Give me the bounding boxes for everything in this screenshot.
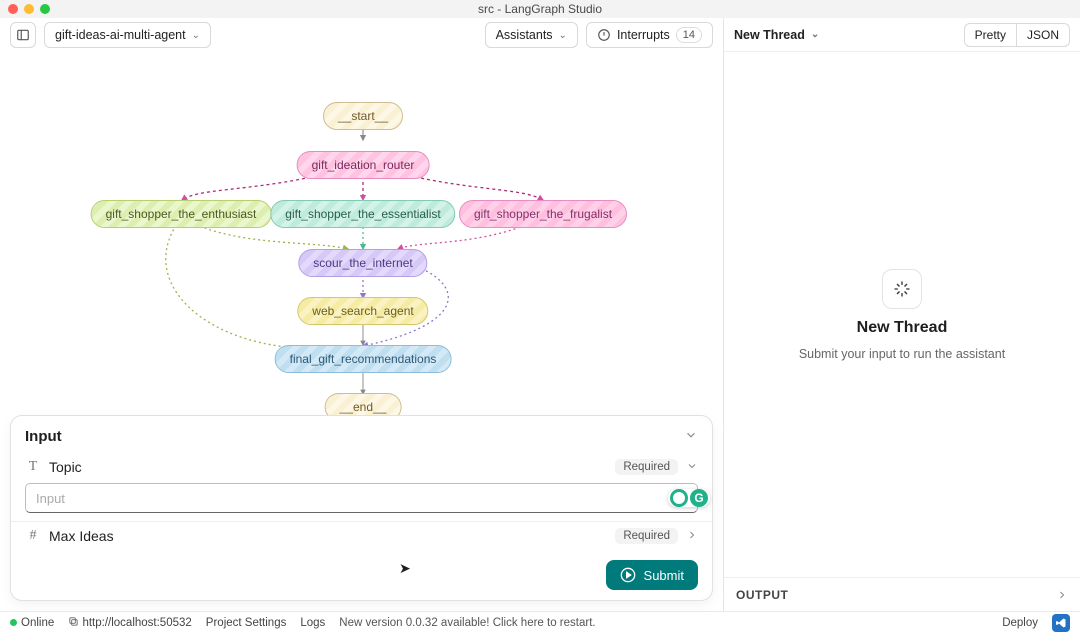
play-circle-icon xyxy=(620,567,636,583)
chevron-down-icon: ⌄ xyxy=(192,30,200,41)
thread-empty-state: New Thread Submit your input to run the … xyxy=(724,52,1080,577)
view-mode-segment: Pretty JSON xyxy=(964,23,1070,47)
chevron-down-icon: ⌄ xyxy=(559,30,567,41)
max-ideas-label: Max Ideas xyxy=(49,528,114,544)
window-title: src - LangGraph Studio xyxy=(68,2,1012,16)
chevron-right-icon xyxy=(686,529,698,541)
collapse-panel-button[interactable] xyxy=(684,428,698,445)
graph-node-end[interactable]: __end__ xyxy=(325,393,402,415)
pretty-tab[interactable]: Pretty xyxy=(965,24,1016,46)
topic-input[interactable] xyxy=(25,483,698,513)
sparkle-icon xyxy=(882,269,922,309)
output-section-header[interactable]: OUTPUT xyxy=(724,577,1080,611)
copy-icon xyxy=(68,616,79,627)
chevron-down-icon xyxy=(684,428,698,442)
interrupt-icon xyxy=(597,28,611,42)
project-settings-link[interactable]: Project Settings xyxy=(206,617,287,629)
sidebar-toggle-button[interactable] xyxy=(10,22,36,48)
graph-canvas[interactable]: __start__ gift_ideation_router gift_shop… xyxy=(0,52,723,415)
status-bar: Online http://localhost:50532 Project Se… xyxy=(0,611,1080,633)
json-tab[interactable]: JSON xyxy=(1016,24,1069,46)
new-thread-label: New Thread xyxy=(734,28,805,42)
chevron-right-icon xyxy=(1056,589,1068,601)
project-dropdown[interactable]: gift-ideas-ai-multi-agent ⌄ xyxy=(44,22,211,48)
logs-link[interactable]: Logs xyxy=(300,617,325,629)
grammarly-widget[interactable]: G xyxy=(668,489,710,507)
empty-title: New Thread xyxy=(857,319,948,337)
thread-toolbar: New Thread ⌄ Pretty JSON xyxy=(724,18,1080,52)
graph-node-frugalist[interactable]: gift_shopper_the_frugalist xyxy=(459,200,627,228)
input-panel: Input T Topic Required ➤ xyxy=(10,415,713,601)
interrupts-button[interactable]: Interrupts 14 xyxy=(586,22,713,48)
output-label: OUTPUT xyxy=(736,588,788,602)
input-panel-title: Input xyxy=(25,428,62,445)
graph-node-start[interactable]: __start__ xyxy=(323,102,403,130)
empty-subtitle: Submit your input to run the assistant xyxy=(799,347,1005,361)
expand-field-button[interactable] xyxy=(686,529,698,544)
mac-max-dot[interactable] xyxy=(40,4,50,14)
graph-node-router[interactable]: gift_ideation_router xyxy=(297,151,430,179)
update-banner[interactable]: New version 0.0.32 available! Click here… xyxy=(339,617,595,629)
panel-icon xyxy=(16,28,30,42)
mac-close-dot[interactable] xyxy=(8,4,18,14)
text-type-icon: T xyxy=(25,459,41,475)
number-type-icon: # xyxy=(25,528,41,544)
chevron-down-icon: ⌄ xyxy=(811,29,819,40)
graph-node-essentialist[interactable]: gift_shopper_the_essentialist xyxy=(270,200,455,228)
required-tag: Required xyxy=(615,528,678,544)
grammarly-g-icon: G xyxy=(690,489,708,507)
online-dot-icon xyxy=(10,619,17,626)
assistants-label: Assistants xyxy=(496,28,553,42)
new-thread-dropdown[interactable]: New Thread ⌄ xyxy=(734,22,829,48)
graph-node-final[interactable]: final_gift_recommendations xyxy=(275,345,452,373)
deploy-button[interactable]: Deploy xyxy=(1002,617,1038,629)
assistants-dropdown[interactable]: Assistants ⌄ xyxy=(485,22,578,48)
topic-label: Topic xyxy=(49,459,82,475)
mac-min-dot[interactable] xyxy=(24,4,34,14)
interrupts-label: Interrupts xyxy=(617,28,670,42)
submit-button-label: Submit xyxy=(644,568,684,583)
mac-titlebar: src - LangGraph Studio xyxy=(0,0,1080,18)
collapse-field-button[interactable] xyxy=(686,460,698,475)
online-status: Online xyxy=(10,617,54,629)
left-toolbar: gift-ideas-ai-multi-agent ⌄ Assistants ⌄… xyxy=(0,18,723,52)
graph-node-web[interactable]: web_search_agent xyxy=(297,297,428,325)
graph-node-enthusiast[interactable]: gift_shopper_the_enthusiast xyxy=(91,200,272,228)
interrupts-count: 14 xyxy=(676,27,702,43)
graph-node-scour[interactable]: scour_the_internet xyxy=(298,249,427,277)
vscode-icon xyxy=(1055,617,1067,629)
required-tag: Required xyxy=(615,459,678,475)
chevron-down-icon xyxy=(686,460,698,472)
submit-button[interactable]: Submit xyxy=(606,560,698,590)
vscode-badge[interactable] xyxy=(1052,614,1070,632)
project-dropdown-label: gift-ideas-ai-multi-agent xyxy=(55,28,186,42)
grammarly-bulb-icon xyxy=(670,489,688,507)
server-url[interactable]: http://localhost:50532 xyxy=(68,616,192,629)
